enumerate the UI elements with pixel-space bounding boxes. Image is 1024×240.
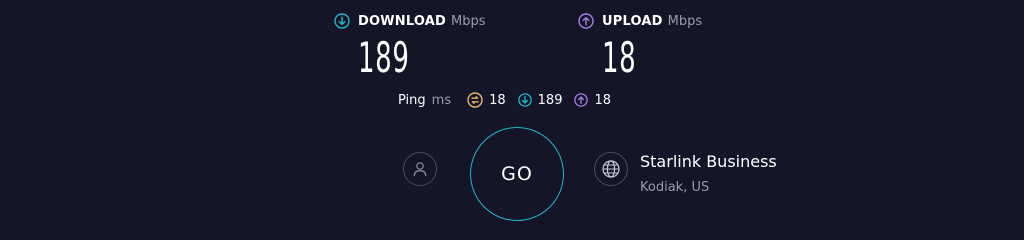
- upload-header: UPLOAD Mbps: [578, 11, 702, 31]
- download-speed-value: 189: [358, 33, 410, 82]
- server-globe-button[interactable]: [594, 152, 628, 186]
- download-arrow-icon: [334, 13, 350, 29]
- user-icon: [413, 162, 427, 177]
- ping-upload: 18: [574, 93, 611, 108]
- ping-idle-icon: [467, 92, 483, 108]
- ping-idle: 18: [467, 92, 506, 108]
- user-button[interactable]: [403, 152, 437, 186]
- globe-icon: [602, 160, 620, 178]
- upload-arrow-icon: [574, 93, 589, 107]
- go-button-label: GO: [501, 163, 533, 185]
- ping-idle-value: 18: [489, 92, 506, 108]
- server-location: Kodiak, US: [640, 180, 710, 195]
- server-name[interactable]: Starlink Business: [640, 152, 777, 171]
- go-button[interactable]: GO: [470, 127, 564, 221]
- upload-arrow-icon: [578, 13, 594, 29]
- upload-unit: Mbps: [667, 13, 703, 29]
- ping-download-value: 189: [537, 92, 563, 108]
- download-unit: Mbps: [451, 13, 486, 29]
- download-arrow-icon: [517, 93, 532, 107]
- ping-row: Ping ms 18 189 18: [398, 90, 623, 110]
- ping-label: Ping: [398, 92, 426, 108]
- upload-metric: UPLOAD Mbps 18: [578, 11, 702, 81]
- upload-label: UPLOAD: [602, 13, 663, 29]
- download-metric: DOWNLOAD Mbps 189: [334, 11, 486, 81]
- upload-speed-value: 18: [602, 33, 637, 82]
- download-header: DOWNLOAD Mbps: [334, 11, 486, 31]
- download-label: DOWNLOAD: [358, 13, 447, 29]
- ping-upload-value: 18: [594, 92, 612, 108]
- ping-download: 189: [517, 92, 563, 108]
- ping-unit: ms: [431, 92, 452, 108]
